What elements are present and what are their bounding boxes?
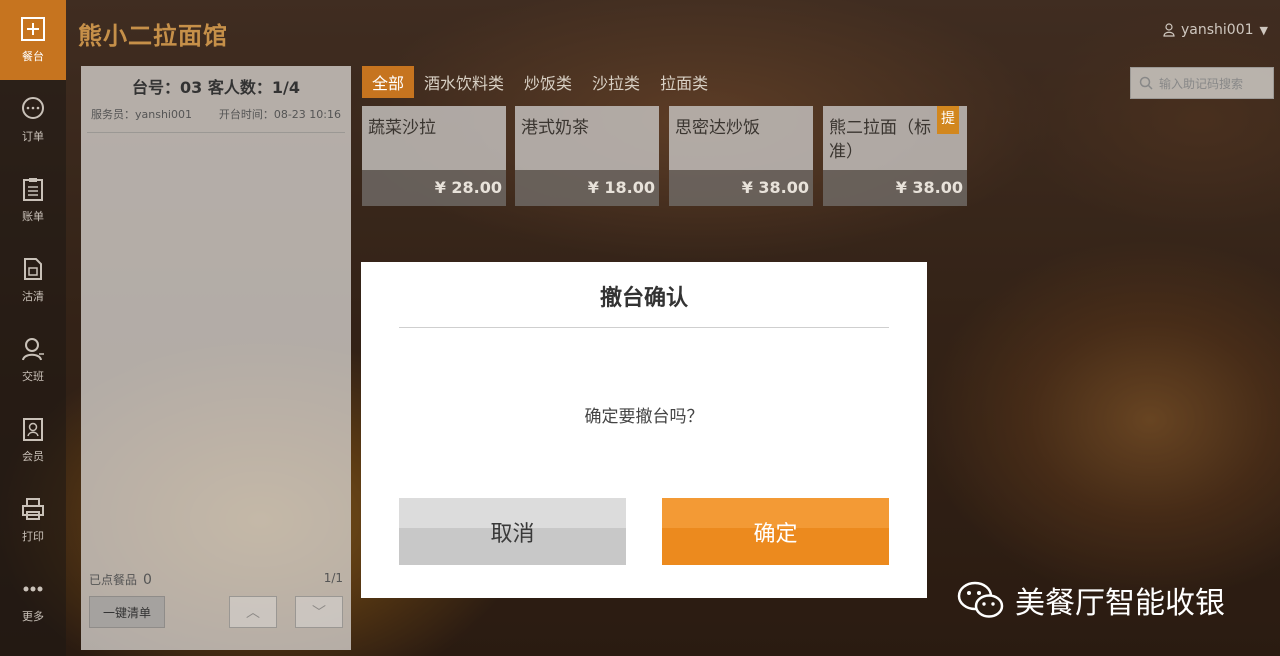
sidebar-item-more[interactable]: 更多	[0, 560, 66, 640]
chat-bubble-icon	[22, 97, 44, 119]
plus-square-icon	[21, 17, 45, 41]
page-indicator: 1/1	[323, 571, 343, 585]
page-down-button[interactable]: ﹀	[295, 596, 343, 628]
sidebar-item-print[interactable]: 打印	[0, 480, 66, 560]
sidebar-item-orders[interactable]: 订单	[0, 80, 66, 160]
dialog-message: 确定要撤台吗？	[584, 407, 704, 427]
search-input[interactable]: 输入助记码搜索	[1130, 67, 1274, 99]
page-up-button[interactable]: ︿	[229, 596, 277, 628]
chevron-down-icon: ▼	[1259, 23, 1268, 37]
username: yanshi001	[1181, 22, 1254, 38]
document-icon	[24, 258, 42, 280]
sidebar-item-label: 餐台	[22, 50, 44, 63]
dish-card[interactable]: 思密达炒饭 ¥ 38.00	[669, 106, 813, 206]
tab-all[interactable]: 全部	[362, 66, 415, 98]
watermark-text: 美餐厅智能收银	[1015, 586, 1225, 621]
divider	[399, 327, 889, 328]
confirm-dialog: 撤台确认 确定要撤台吗？ 取消 确定	[361, 262, 927, 598]
chevron-down-icon: ﹀	[312, 605, 326, 621]
user-icon	[22, 338, 44, 361]
tab-fried-rice[interactable]: 炒饭类	[514, 66, 582, 98]
search-placeholder: 输入助记码搜索	[1159, 76, 1244, 91]
wechat-icon	[957, 581, 1004, 618]
clipboard-icon	[23, 178, 43, 201]
watermark: 美餐厅智能收银	[955, 578, 1225, 622]
dialog-title: 撤台确认	[599, 286, 688, 311]
sidebar-item-bills[interactable]: 账单	[0, 160, 66, 240]
sidebar-item-label: 会员	[22, 450, 44, 463]
dish-price: ¥ 28.00	[362, 170, 506, 206]
ordered-label: 已点餐品	[89, 573, 138, 587]
category-tabs: 全部 酒水饮料类 炒饭类 沙拉类 拉面类	[362, 66, 718, 98]
sidebar-item-members[interactable]: 会员	[0, 400, 66, 480]
divider	[87, 132, 345, 133]
dish-card[interactable]: 熊二拉面（标准） ¥ 38.00 提	[823, 106, 967, 206]
dish-price: ¥ 38.00	[823, 170, 967, 206]
member-card-icon	[23, 418, 43, 441]
open-time: 开台时间：08-23 10:16	[218, 108, 341, 121]
sidebar: 餐台 订单 账单 沽清 交班 会员 打印 更多	[0, 0, 66, 656]
order-panel: 台号：03 客人数：1/4 服务员：yanshi001 开台时间：08-23 1…	[81, 66, 351, 650]
waiter-info: 服务员：yanshi001	[91, 108, 192, 121]
sidebar-item-soldout[interactable]: 沽清	[0, 240, 66, 320]
dish-card[interactable]: 蔬菜沙拉 ¥ 28.00	[362, 106, 506, 206]
store-name: 熊小二拉面馆	[78, 22, 228, 50]
more-dots-icon	[23, 586, 43, 592]
dish-price: ¥ 38.00	[669, 170, 813, 206]
dish-tag-badge: 提	[937, 106, 959, 134]
sidebar-item-label: 打印	[22, 530, 44, 543]
ordered-count: 0	[143, 572, 152, 588]
search-icon	[1139, 76, 1153, 90]
clear-order-button[interactable]: 一键清单	[89, 596, 165, 628]
sidebar-item-label: 沽清	[22, 290, 44, 303]
user-icon	[1163, 23, 1175, 37]
tab-ramen[interactable]: 拉面类	[650, 66, 718, 98]
confirm-button[interactable]: 确定	[662, 498, 889, 565]
tab-drinks[interactable]: 酒水饮料类	[414, 66, 514, 98]
table-info: 台号：03 客人数：1/4	[132, 78, 300, 97]
dish-name: 蔬菜沙拉	[362, 106, 506, 170]
sidebar-item-label: 更多	[22, 610, 44, 623]
sidebar-item-shift[interactable]: 交班	[0, 320, 66, 400]
sidebar-item-tables[interactable]: 餐台	[0, 0, 66, 80]
tab-salad[interactable]: 沙拉类	[582, 66, 650, 98]
chevron-up-icon: ︿	[246, 605, 260, 621]
sidebar-item-label: 订单	[22, 130, 44, 143]
dish-price: ¥ 18.00	[515, 170, 659, 206]
user-menu[interactable]: yanshi001 ▼	[1163, 22, 1268, 38]
sidebar-item-label: 交班	[22, 370, 44, 383]
sidebar-item-label: 账单	[22, 210, 44, 223]
dish-name: 思密达炒饭	[669, 106, 813, 170]
dish-card[interactable]: 港式奶茶 ¥ 18.00	[515, 106, 659, 206]
dish-name: 港式奶茶	[515, 106, 659, 170]
printer-icon	[22, 498, 44, 520]
cancel-button[interactable]: 取消	[399, 498, 626, 565]
